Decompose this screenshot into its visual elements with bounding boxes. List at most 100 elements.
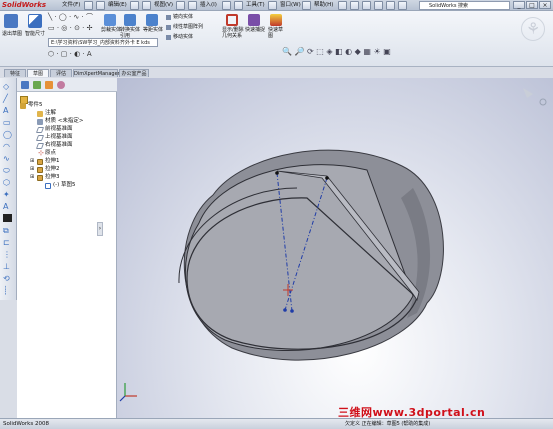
quick-snaps-icon[interactable]	[248, 14, 260, 26]
spline-tool-icon[interactable]: ∿	[3, 154, 14, 163]
menu-view[interactable]: 视图(V)	[154, 1, 173, 10]
relation-tool-icon[interactable]: ⊥	[3, 262, 14, 271]
linear-pattern-button[interactable]: 线性草图阵列	[173, 24, 203, 30]
construction-tool-icon[interactable]: ┊	[3, 286, 14, 295]
tb-layout-icon[interactable]	[302, 1, 311, 10]
feature-manager-tab-icon[interactable]	[21, 81, 29, 89]
configuration-tab-icon[interactable]	[45, 81, 53, 89]
tb-redo-icon[interactable]	[188, 1, 197, 10]
tb-rotate-icon[interactable]	[374, 1, 383, 10]
tb-pan-icon[interactable]	[362, 1, 371, 10]
sketch-endpoint[interactable]	[290, 309, 294, 313]
convert-tool-icon[interactable]: ⟲	[3, 274, 14, 283]
tree-node-top-plane[interactable]: 上视基准面	[45, 134, 73, 141]
panel-collapse-handle[interactable]: ›	[97, 222, 103, 236]
maximize-button[interactable]: □	[526, 1, 538, 9]
menu-insert[interactable]: 插入(I)	[200, 1, 217, 10]
tree-node-front-plane[interactable]: 前视基准面	[45, 126, 73, 133]
rapid-sketch-icon[interactable]	[270, 14, 282, 26]
tb-open-icon[interactable]	[96, 1, 105, 10]
polygon-icon[interactable]: ⬡ · ▢ · ◐ · A	[48, 51, 92, 58]
tb-help-icon[interactable]	[386, 1, 395, 10]
tab-office[interactable]: 办公室产品	[119, 69, 149, 77]
file-path-field[interactable]: E:\学习资料\SW学习_内部资料齐外卡 E kds	[48, 38, 158, 47]
offset-entities-icon[interactable]	[146, 14, 158, 26]
menu-window[interactable]: 窗口(W)	[280, 1, 301, 10]
menu-file[interactable]: 文件(F)	[62, 1, 80, 10]
property-manager-tab-icon[interactable]	[33, 81, 41, 89]
tree-node-material[interactable]: 材质 <未指定>	[45, 118, 83, 125]
tree-node-extrude1[interactable]: 拉伸1	[45, 158, 60, 165]
origin-icon: ⊹	[38, 149, 44, 157]
menu-edit[interactable]: 编辑(E)	[108, 1, 127, 10]
expand-icon[interactable]: ⊞	[30, 158, 34, 164]
expand-icon[interactable]: ⊞	[30, 174, 34, 180]
graphics-viewport[interactable]	[117, 78, 553, 418]
tree-node-extrude2[interactable]: 拉伸2	[45, 166, 60, 173]
circle-tool-icon[interactable]: ◯	[3, 130, 14, 139]
tb-new-icon[interactable]	[84, 1, 93, 10]
rectangle-icon[interactable]: ▭ · ◎ · ⊙ · ✢	[48, 25, 92, 32]
tb-undo-icon[interactable]	[176, 1, 185, 10]
tab-evaluate[interactable]: 评估	[50, 69, 72, 77]
smart-dimension-icon[interactable]	[28, 14, 42, 28]
mirror-entities-button[interactable]: 镜向实体	[173, 14, 193, 20]
tree-node-right-plane[interactable]: 右视基准面	[45, 142, 73, 149]
menu-help[interactable]: 帮助(H)	[314, 1, 333, 10]
status-bar: SolidWorks 2008 欠定义 正在编辑：草图5 (帮助的集成)	[0, 418, 553, 429]
rapid-sketch-label: 快速草图	[268, 27, 284, 39]
tab-sketch[interactable]: 草图	[27, 69, 49, 77]
tb-print-icon[interactable]	[142, 1, 151, 10]
relations-icon[interactable]	[226, 14, 238, 26]
line-icon[interactable]: ╲ · ◯ · ∿ · ⌒	[48, 14, 93, 21]
tb-zoom-icon[interactable]	[350, 1, 359, 10]
convert-entities-icon[interactable]	[124, 14, 136, 26]
expand-icon[interactable]: ⊞	[30, 166, 34, 172]
close-button[interactable]: ×	[539, 1, 551, 9]
fill-tool-icon[interactable]	[3, 214, 12, 222]
tree-root-part[interactable]: 零件5	[28, 102, 43, 109]
text-tool-icon[interactable]: A	[3, 106, 14, 115]
exit-sketch-icon[interactable]	[4, 14, 18, 28]
line-tool-icon[interactable]: ╱	[3, 94, 14, 103]
tree-node-annotations[interactable]: 注解	[45, 110, 56, 117]
exit-sketch-label: 退出草图	[2, 31, 23, 37]
tb-options-icon[interactable]	[234, 1, 243, 10]
tb-save-icon[interactable]	[130, 1, 139, 10]
tree-node-sketch5[interactable]: (-) 草图5	[53, 182, 76, 189]
tab-features[interactable]: 特征	[4, 69, 26, 77]
point-tool-icon[interactable]: ✦	[3, 190, 14, 199]
dimxpert-tab-icon[interactable]	[57, 81, 65, 89]
search-input[interactable]: SolidWorks 搜索	[419, 1, 510, 10]
arc-tool-icon[interactable]: ◠	[3, 142, 14, 151]
pattern-tool-icon[interactable]: ⋮	[3, 250, 14, 259]
exit-sketch-corner-icon[interactable]	[539, 98, 547, 106]
tb-select-icon[interactable]	[268, 1, 277, 10]
minimize-button[interactable]: _	[513, 1, 525, 9]
sketch-endpoint[interactable]	[283, 308, 287, 312]
rect-tool-icon[interactable]: ▭	[3, 118, 14, 127]
block-tool-icon[interactable]: ⧉	[3, 226, 14, 235]
tab-dimxpert[interactable]: DimXpertManager	[73, 69, 120, 77]
confirm-corner-icon[interactable]	[523, 88, 533, 98]
smart-dim-tool-icon[interactable]: ◇	[3, 82, 14, 91]
tb-rebuild-icon[interactable]	[222, 1, 231, 10]
move-entities-button[interactable]: 移动实体	[173, 34, 193, 40]
tree-node-extrude3[interactable]: 拉伸3	[45, 174, 60, 181]
tree-node-origin[interactable]: 原点	[45, 150, 56, 157]
extrude-icon	[37, 175, 43, 181]
sw-resources-icon[interactable]: ⚘	[521, 17, 545, 41]
tb-grid-icon[interactable]	[338, 1, 347, 10]
mirror-tool-icon[interactable]: A	[3, 202, 14, 211]
offset-tool-icon[interactable]: ⊏	[3, 238, 14, 247]
model-canvas[interactable]	[117, 78, 553, 418]
menu-tools[interactable]: 工具(T)	[246, 1, 265, 10]
polygon-tool-icon[interactable]: ⬡	[3, 178, 14, 187]
view-toolbar[interactable]: 🔍 🔎 ⟳ ⬚ ◈ ◧ ◐ ◆ ▦ ☀ ▣	[282, 48, 391, 56]
trim-entities-icon[interactable]	[104, 14, 116, 26]
tb-settings-icon[interactable]	[398, 1, 407, 10]
sketch-endpoint[interactable]	[275, 171, 279, 175]
ellipse-tool-icon[interactable]: ⬭	[3, 166, 14, 175]
convert-entities-label: 转换实体引用	[120, 27, 141, 39]
sketch-endpoint[interactable]	[325, 176, 329, 180]
